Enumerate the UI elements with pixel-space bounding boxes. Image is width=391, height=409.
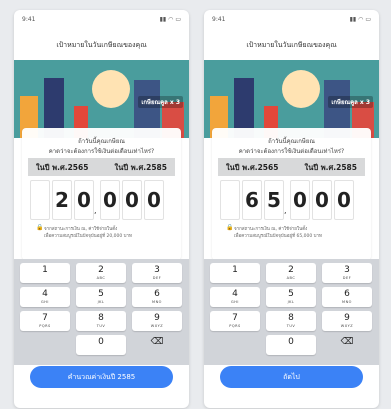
key-5[interactable]: 5 JKL [266,287,316,307]
banner-tag: เกษียณคูล x 3 [328,96,373,108]
status-icons: ▮▮ ◠ ▭ [160,16,181,23]
amount-digit-empty[interactable] [30,180,50,220]
question-line-1: ถ้าวันนี้คุณเกษียณ [268,138,315,145]
year-left: ในปี พ.ศ.2565 [226,163,279,172]
numeric-keypad: 1 2 ABC 3 DEF 4 GHI 5 JKL 6 MNO 7 PQRS 8 TUV 9W… [20,263,183,361]
wifi-icon: ◠ [168,16,174,23]
mascot-illustration [282,70,320,108]
key-3[interactable]: 3 DEF [322,263,372,283]
key-8[interactable]: 8 TUV [266,311,316,331]
question-card: ถ้าวันนี้คุณเกษียณ คาดว่าจะต้องการใช้เงิ… [212,128,371,260]
amount-digit-empty[interactable] [220,180,240,220]
key-3[interactable]: 3 DEF [132,263,182,283]
page-title: เป้าหมายในวันเกษียณของคุณ [246,41,337,49]
amount-digits[interactable]: 6 5 , 0 0 0 [218,180,365,220]
banner-illustration: เกษียณคูล x 3 [204,60,379,138]
backspace-key[interactable]: ⌫ [322,335,372,355]
battery-icon: ▭ [175,16,181,23]
amount-digit[interactable]: 0 [122,180,142,220]
note-line-2: เพื่อความสมบูรณ์ในปัจจุบันอยู่ที่ 20,000… [44,234,132,239]
numeric-keypad: 1 2 ABC 3 DEF 4 GHI 5 JKL 6 MNO 7 PQRS 8 TUV 9W… [210,263,373,361]
amount-digit[interactable]: 2 [52,180,72,220]
signal-icon: ▮▮ [159,16,167,23]
amount-digit[interactable]: 5 [264,180,284,220]
note-line-1: จากสถานะการเงิน ณ, ค่าใช้จ่ายในตั้ง [44,227,118,232]
thousands-separator: , [94,206,97,215]
key-2[interactable]: 2 ABC [266,263,316,283]
status-icons: ▮▮ ◠ ▭ [350,16,371,23]
thousands-separator: , [284,206,287,215]
amount-digit[interactable]: 6 [242,180,262,220]
key-1[interactable]: 1 [210,263,260,283]
lock-icon: 🔒 [226,224,234,231]
amount-digit[interactable]: 0 [100,180,120,220]
phone-screen-1: 9:41 ▮▮ ◠ ▭ เป้าหมายในวันเกษียณของคุณ เก… [14,10,189,408]
key-0[interactable]: 0 [76,335,126,355]
amount-digit[interactable]: 0 [290,180,310,220]
key-7[interactable]: 7 PQRS [210,311,260,331]
key-0[interactable]: 0 [266,335,316,355]
mascot-illustration [92,70,130,108]
year-left: ในปี พ.ศ.2565 [36,163,89,172]
key-2[interactable]: 2 ABC [76,263,126,283]
status-time: 9:41 [22,16,36,23]
amount-digit[interactable]: 0 [74,180,94,220]
key-7[interactable]: 7 PQRS [20,311,70,331]
key-6[interactable]: 6 MNO [132,287,182,307]
key-5[interactable]: 5 JKL [76,287,126,307]
calculate-button[interactable]: คำนวณค่าเงินปี 2585 [30,366,173,388]
key-1[interactable]: 1 [20,263,70,283]
wifi-icon: ◠ [358,16,364,23]
question-line-2: คาดว่าจะต้องการใช้เงินต่อเดือนเท่าไหร่? [238,148,345,155]
amount-digit[interactable]: 0 [144,180,164,220]
question-line-2: คาดว่าจะต้องการใช้เงินต่อเดือนเท่าไหร่? [48,148,155,155]
status-time: 9:41 [212,16,226,23]
next-button[interactable]: ถัดไป [220,366,363,388]
amount-digit[interactable]: 0 [334,180,354,220]
battery-icon: ▭ [365,16,371,23]
key-4[interactable]: 4 GHI [210,287,260,307]
note-line-2: เพื่อความสมบูรณ์ในปัจจุบันอยู่ที่ 65,000… [234,234,322,239]
status-bar: 9:41 ▮▮ ◠ ▭ [212,16,371,26]
backspace-icon: ⌫ [150,337,164,347]
year-right: ในปี พ.ศ.2585 [114,163,167,172]
backspace-key[interactable]: ⌫ [132,335,182,355]
key-9[interactable]: 9 WXYZ [322,311,372,331]
key-8[interactable]: 8 TUV [76,311,126,331]
key-4[interactable]: 4 GHI [20,287,70,307]
banner-illustration: เกษียณคูล x 3 [14,60,189,138]
signal-icon: ▮▮ [349,16,357,23]
year-row: ในปี พ.ศ.2565 ในปี พ.ศ.2585 [218,158,365,176]
question-card: ถ้าวันนี้คุณเกษียณ คาดว่าจะต้องการใช้เงิ… [22,128,181,260]
key-6[interactable]: 6 MNO [322,287,372,307]
note-line-1: จากสถานะการเงิน ณ, ค่าใช้จ่ายในตั้ง [234,227,308,232]
banner-tag: เกษียณคูล x 3 [138,96,183,108]
year-row: ในปี พ.ศ.2565 ในปี พ.ศ.2585 [28,158,175,176]
lock-icon: 🔒 [36,224,44,231]
status-bar: 9:41 ▮▮ ◠ ▭ [22,16,181,26]
page-title: เป้าหมายในวันเกษียณของคุณ [56,41,147,49]
question-line-1: ถ้าวันนี้คุณเกษียณ [78,138,125,145]
amount-digits[interactable]: 2 0 , 0 0 0 [28,180,175,220]
amount-digit[interactable]: 0 [312,180,332,220]
year-right: ในปี พ.ศ.2585 [304,163,357,172]
backspace-icon: ⌫ [340,337,354,347]
key-9[interactable]: 9 WXYZ [132,311,182,331]
phone-screen-2: 9:41 ▮▮ ◠ ▭ เป้าหมายในวันเกษียณของคุณ เก… [204,10,379,408]
